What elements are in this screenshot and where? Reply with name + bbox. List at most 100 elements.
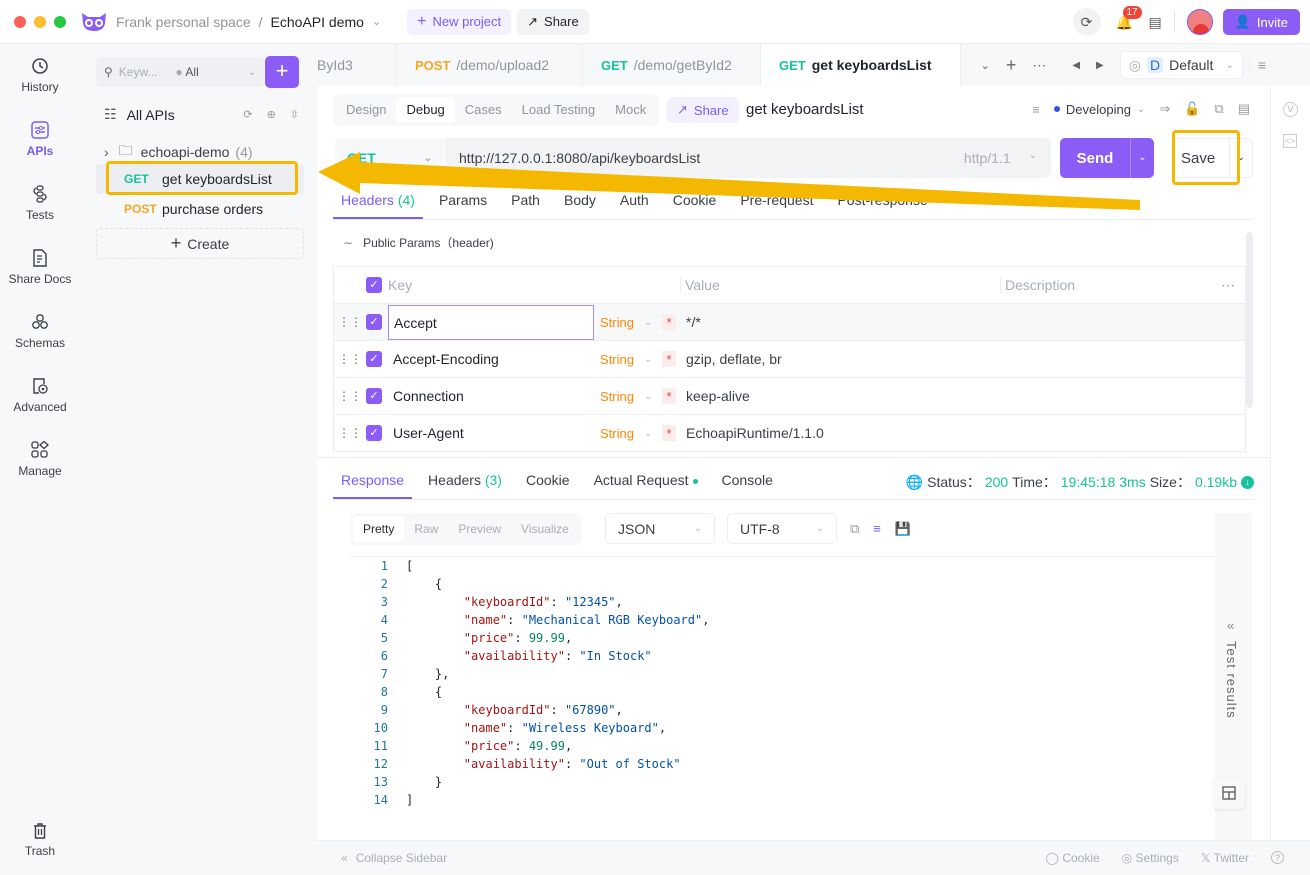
api-name-field[interactable]: get keyboardsList (746, 101, 864, 118)
project-name[interactable]: EchoAPI demo (271, 14, 364, 30)
footer-settings-button[interactable]: ◎ Settings (1122, 851, 1179, 865)
prev-tab-icon[interactable]: ◀ (1072, 60, 1080, 71)
avatar[interactable] (1186, 9, 1213, 35)
environment-select[interactable]: ◎ D Default ⌄ (1119, 51, 1243, 79)
type-select[interactable]: String (594, 352, 644, 367)
nav-item-advanced[interactable]: Advanced (0, 376, 80, 414)
nav-item-manage[interactable]: Manage (0, 440, 80, 478)
version-icon[interactable]: V (1283, 102, 1298, 117)
view-pretty[interactable]: Pretty (353, 516, 405, 542)
subtab-design[interactable]: Design (336, 97, 396, 123)
row-checkbox[interactable]: ✓ (366, 388, 382, 404)
collapse-sidebar-button[interactable]: « Collapse Sidebar (341, 851, 447, 865)
tab-headers[interactable]: Headers (4) (333, 184, 423, 219)
public-params-toggle[interactable]: ∼ Public Params（header) (343, 234, 494, 251)
drag-handle-icon[interactable]: ⋮⋮ (334, 315, 366, 329)
view-visualize[interactable]: Visualize (511, 516, 579, 542)
protocol-select[interactable]: http/1.1 ⌄ (964, 150, 1037, 166)
lock-icon[interactable]: 🔓 (1184, 101, 1200, 117)
view-raw[interactable]: Raw (404, 516, 448, 542)
row-checkbox[interactable]: ✓ (366, 314, 382, 330)
nav-item-apis[interactable]: APIs (0, 120, 80, 158)
nav-item-share-docs[interactable]: Share Docs (0, 248, 80, 286)
expand-collapse-icon[interactable]: ⇳ (290, 108, 299, 121)
encoding-select[interactable]: UTF-8 ⌄ (727, 513, 837, 544)
type-select[interactable]: String (594, 315, 644, 330)
add-api-button[interactable]: + (265, 56, 299, 88)
required-icon[interactable]: * (662, 314, 676, 330)
more-icon[interactable]: ⋯ (1221, 277, 1235, 294)
tab-cookie[interactable]: Cookie (665, 184, 725, 219)
help-icon[interactable]: ? (1271, 851, 1284, 864)
key-input[interactable]: Connection (388, 379, 594, 414)
copy-icon[interactable]: ⧉ (1214, 101, 1223, 117)
tab-params[interactable]: Params (431, 184, 495, 219)
tab-actual-request[interactable]: Actual Request (586, 464, 706, 499)
tab-pre-request[interactable]: Pre-request (732, 184, 821, 219)
document-icon[interactable]: ▤ (1149, 14, 1162, 31)
new-project-button[interactable]: + New project (407, 8, 512, 35)
share-project-button[interactable]: ↗ Share (517, 8, 589, 35)
format-icon[interactable]: ⇒ (1159, 101, 1170, 117)
locate-icon[interactable]: ⊕ (267, 108, 276, 121)
key-input[interactable]: Accept-Encoding (388, 342, 594, 377)
api-item-get-keyboardslist[interactable]: GET get keyboardsList (96, 164, 304, 194)
code-icon[interactable]: <> (1283, 134, 1297, 148)
required-icon[interactable]: * (662, 425, 676, 441)
sync-icon[interactable]: ⟳ (1072, 8, 1101, 36)
tab-auth[interactable]: Auth (612, 184, 657, 219)
footer-cookie-button[interactable]: ◯ Cookie (1046, 851, 1100, 865)
tab-item[interactable]: POST/demo/upload2 (397, 44, 583, 86)
tab-body[interactable]: Body (556, 184, 604, 219)
required-icon[interactable]: * (662, 388, 676, 404)
tab-path[interactable]: Path (503, 184, 548, 219)
api-item-purchase-orders[interactable]: POST purchase orders (96, 194, 304, 224)
download-icon[interactable]: ↓ (1241, 475, 1254, 489)
send-button[interactable]: Send ⌄ (1060, 138, 1154, 178)
all-apis-row[interactable]: ☷ All APIs ⟳ ⊕ ⇳ (104, 106, 299, 123)
view-preview[interactable]: Preview (448, 516, 511, 542)
search-input[interactable]: ⚲ Keyw... ● All ⌄ (96, 57, 264, 87)
edit-icon[interactable]: ≡ (1032, 102, 1040, 117)
layout-toggle-button[interactable] (1213, 777, 1245, 809)
tab-console[interactable]: Console (714, 464, 781, 499)
key-input[interactable]: Accept (388, 304, 594, 340)
tab-response-cookie[interactable]: Cookie (518, 464, 578, 499)
chevron-down-icon[interactable]: ⌄ (981, 59, 990, 72)
status-select[interactable]: Developing ⌄ (1053, 102, 1145, 117)
response-body-editor[interactable]: 1[2 {3 "keyboardId": "12345", 4 "name": "… (350, 556, 1214, 838)
tab-item[interactable]: GET/demo/getById2 (583, 44, 761, 86)
tab-response[interactable]: Response (333, 464, 413, 499)
headers-scrollbar[interactable] (1246, 232, 1253, 408)
drag-handle-icon[interactable]: ⋮⋮ (334, 426, 366, 440)
subtab-mock[interactable]: Mock (605, 97, 656, 123)
nav-item-schemas[interactable]: Schemas (0, 312, 80, 350)
send-options-dropdown[interactable]: ⌄ (1130, 138, 1154, 178)
more-icon[interactable]: ⋯ (1032, 57, 1046, 74)
plus-icon[interactable]: + (1006, 55, 1017, 76)
url-input[interactable]: http://127.0.0.1:8080/api/keyboardsList (459, 150, 700, 166)
refresh-icon[interactable]: ⟳ (243, 108, 252, 121)
nav-item-trash[interactable]: Trash (0, 822, 80, 858)
value-input[interactable]: gzip, deflate, br (686, 351, 1006, 367)
tab-item[interactable]: ById3 (317, 44, 397, 86)
nav-item-tests[interactable]: Tests (0, 184, 80, 222)
value-input[interactable]: keep-alive (686, 388, 1006, 404)
menu-icon[interactable]: ≡ (1248, 57, 1266, 73)
invite-button[interactable]: 👤 Invite (1222, 9, 1300, 35)
value-input[interactable]: */* (686, 314, 1006, 330)
tab-post-response[interactable]: Post-response (829, 184, 935, 219)
type-select[interactable]: String (594, 426, 644, 441)
tab-response-headers[interactable]: Headers (3) (420, 464, 510, 499)
notifications-button[interactable]: 🔔 17 (1113, 5, 1142, 31)
maximize-window-button[interactable] (54, 15, 66, 28)
folder-echoapi-demo[interactable]: › 🗀 echoapi-demo (4) (104, 140, 253, 164)
required-icon[interactable]: * (662, 351, 676, 367)
save-file-icon[interactable]: 💾 (895, 521, 911, 537)
drag-handle-icon[interactable]: ⋮⋮ (334, 389, 366, 403)
share-api-button[interactable]: ↗ Share (667, 97, 739, 123)
subtab-load-testing[interactable]: Load Testing (512, 97, 606, 123)
create-button[interactable]: + Create (96, 228, 304, 259)
nav-item-history[interactable]: History (0, 56, 80, 94)
type-select[interactable]: String (594, 389, 644, 404)
